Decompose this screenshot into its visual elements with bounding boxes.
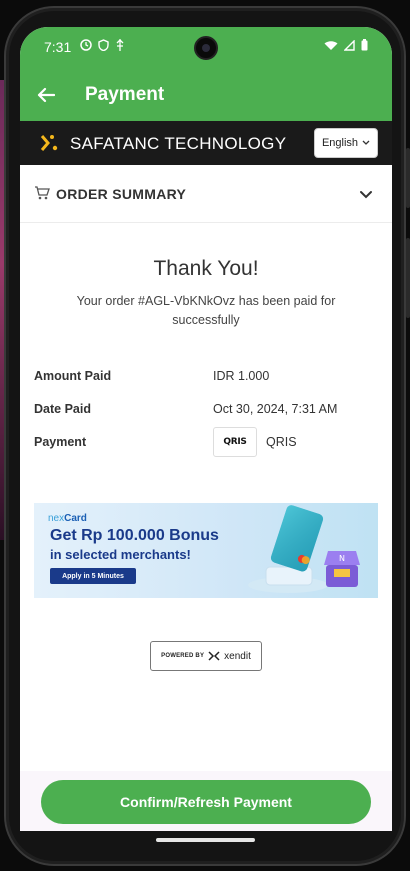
system-icons <box>324 39 368 51</box>
clock-icon <box>80 39 92 51</box>
detail-label: Date Paid <box>34 402 91 416</box>
screen: 7:31 Payment SAFATANC TECHNOLOGY English… <box>20 27 392 831</box>
qris-logo: QRIS <box>213 427 257 457</box>
banner-subtitle: in selected merchants! <box>50 547 191 562</box>
payment-message: Your order #AGL-VbKNkOvz has been paid f… <box>76 294 336 327</box>
confirm-refresh-button[interactable]: Confirm/Refresh Payment <box>41 780 371 824</box>
merchant-name: SAFATANC TECHNOLOGY <box>70 134 287 153</box>
detail-value: Oct 30, 2024, 7:31 AM <box>213 402 338 416</box>
power-button <box>406 148 410 208</box>
order-summary-label: ORDER SUMMARY <box>56 186 187 202</box>
detail-row: Date Paid Oct 30, 2024, 7:31 AM <box>34 398 378 431</box>
status-time: 7:31 <box>44 39 72 55</box>
banner-brand: nexCard <box>48 513 87 524</box>
detail-label: Payment <box>34 435 87 449</box>
chevron-down-icon <box>360 191 372 199</box>
promo-banner[interactable]: nexCard Get Rp 100.000 Bonus in selected… <box>34 503 378 598</box>
detail-row: Payment QRIS QRIS <box>34 427 378 464</box>
detail-value: IDR 1.000 <box>213 369 270 383</box>
xendit-logo-icon <box>208 651 220 661</box>
detail-label: Amount Paid <box>34 369 112 383</box>
notification-icons <box>80 39 125 51</box>
card-illustration: N <box>248 505 360 593</box>
signal-icon <box>344 39 355 51</box>
merchant-header: SAFATANC TECHNOLOGY English <box>20 121 392 165</box>
app-bar: Payment <box>20 69 392 121</box>
banner-brand-prefix: nex <box>48 513 65 524</box>
banner-cta-button[interactable]: Apply in 5 Minutes <box>50 568 136 584</box>
detail-value: QRIS <box>266 435 297 449</box>
banner-title: Get Rp 100.000 Bonus <box>50 527 219 544</box>
cart-icon <box>35 186 50 200</box>
merchant-logo <box>40 135 58 151</box>
payment-details: Amount Paid IDR 1.000 Date Paid Oct 30, … <box>34 365 378 464</box>
battery-icon <box>361 39 368 51</box>
device-frame: 7:31 Payment SAFATANC TECHNOLOGY English… <box>0 0 410 871</box>
provider-name: xendit <box>224 650 251 662</box>
shield-icon <box>98 39 109 51</box>
usb-icon <box>116 39 124 51</box>
chevron-down-icon <box>362 140 370 145</box>
page-title: Payment <box>85 84 165 105</box>
home-indicator[interactable] <box>156 838 255 842</box>
front-camera <box>194 36 218 60</box>
back-button[interactable] <box>32 81 60 109</box>
volume-button <box>406 238 410 318</box>
order-summary-toggle[interactable]: ORDER SUMMARY <box>20 165 392 223</box>
arrow-left-icon <box>37 87 55 103</box>
xendit-badge: POWERED BY xendit <box>150 641 262 671</box>
banner-brand-suffix: Card <box>64 513 87 524</box>
qris-logo-text: QRIS <box>223 437 247 447</box>
svg-text:N: N <box>339 554 345 563</box>
powered-by-label: POWERED BY <box>161 653 205 659</box>
wifi-icon <box>324 40 338 50</box>
detail-row: Amount Paid IDR 1.000 <box>34 365 378 398</box>
language-value: English <box>321 137 359 149</box>
thank-you-heading: Thank You! <box>153 257 259 280</box>
language-select[interactable]: English <box>314 128 378 158</box>
status-bar: 7:31 <box>20 27 392 69</box>
